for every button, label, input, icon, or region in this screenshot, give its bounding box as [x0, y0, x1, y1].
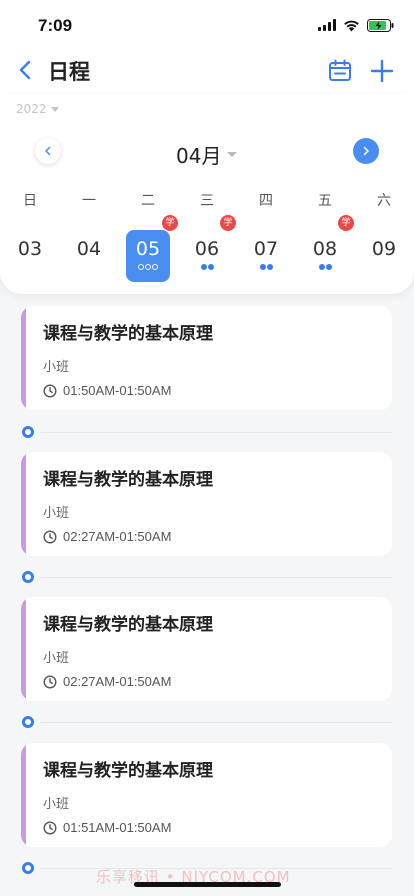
- page-title: 日程: [48, 60, 90, 84]
- weekday-label: 三: [200, 193, 214, 209]
- study-badge: 学: [220, 215, 236, 231]
- event-dots: [125, 264, 171, 270]
- event-color-stripe: [21, 597, 26, 701]
- event-card[interactable]: 课程与教学的基本原理 小班 02:27AM-01:50AM: [21, 452, 392, 556]
- clock-icon: [43, 674, 57, 689]
- battery-charging-icon: [367, 18, 394, 32]
- timeline-marker: [22, 716, 34, 728]
- prev-month-button[interactable]: [35, 138, 61, 164]
- clock-icon: [43, 529, 57, 544]
- timeline-marker: [22, 426, 34, 438]
- weekday-label: 六: [377, 193, 391, 209]
- event-time: 01:50AM-01:50AM: [63, 383, 172, 398]
- event-class: 小班: [43, 506, 70, 521]
- clock-icon: [43, 820, 57, 835]
- date-cell-selected[interactable]: 05: [126, 230, 172, 282]
- event-title: 课程与教学的基本原理: [43, 761, 213, 781]
- caret-down-icon: [227, 152, 238, 157]
- event-title: 课程与教学的基本原理: [43, 615, 213, 635]
- status-time: 7:09: [38, 16, 73, 35]
- study-badge: 学: [338, 215, 354, 231]
- weekday-row: 日 一 二 三 四 五 六: [0, 190, 414, 210]
- calendar-panel: 2022 04月 日 一 二 三 四 五 六 03 04 05 06 07 08…: [0, 94, 414, 294]
- date-number: 09: [371, 238, 397, 260]
- event-time-row: 02:27AM-01:50AM: [43, 529, 171, 544]
- date-cell[interactable]: 04: [66, 230, 112, 282]
- timeline-line: [40, 722, 392, 723]
- chevron-right-icon: [363, 146, 369, 156]
- event-card[interactable]: 课程与教学的基本原理 小班 01:50AM-01:50AM: [21, 306, 392, 410]
- timeline-line: [40, 432, 392, 433]
- year-selector[interactable]: 2022: [16, 102, 59, 116]
- event-time: 01:51AM-01:50AM: [63, 820, 172, 835]
- timeline-line: [40, 577, 392, 578]
- date-cell[interactable]: 09: [361, 230, 407, 282]
- back-chevron-icon[interactable]: [14, 58, 38, 82]
- event-color-stripe: [21, 306, 26, 410]
- event-class: 小班: [43, 360, 70, 375]
- date-number: 06: [194, 238, 220, 260]
- month-selector[interactable]: 04月: [176, 140, 238, 169]
- date-cell[interactable]: 06: [184, 230, 230, 282]
- add-icon[interactable]: [368, 57, 396, 85]
- weekday-label: 五: [318, 193, 332, 209]
- event-time-row: 02:27AM-01:50AM: [43, 674, 171, 689]
- event-color-stripe: [21, 452, 26, 556]
- chevron-left-icon: [45, 146, 51, 156]
- clock-icon: [43, 383, 57, 398]
- caret-down-icon: [50, 106, 59, 112]
- event-dots: [184, 264, 230, 270]
- event-time-row: 01:50AM-01:50AM: [43, 383, 171, 398]
- date-row: 03 04 05 06 07 08 09 学 学 学: [0, 215, 414, 284]
- date-cell[interactable]: 07: [243, 230, 289, 282]
- weekday-label: 一: [82, 193, 96, 209]
- event-time: 02:27AM-01:50AM: [63, 674, 172, 689]
- weekday-label: 四: [259, 193, 273, 209]
- calendar-icon[interactable]: [327, 58, 353, 84]
- date-number: 03: [17, 238, 43, 260]
- event-card[interactable]: 课程与教学的基本原理 小班 01:51AM-01:50AM: [21, 743, 392, 847]
- event-class: 小班: [43, 797, 70, 812]
- event-class: 小班: [43, 651, 70, 666]
- timeline-marker: [22, 862, 34, 874]
- home-indicator[interactable]: [134, 882, 281, 887]
- date-number: 04: [76, 238, 102, 260]
- event-dots: [243, 264, 289, 270]
- wifi-icon: [343, 19, 360, 32]
- next-month-button[interactable]: [353, 138, 379, 164]
- weekday-label: 二: [141, 193, 155, 209]
- date-number: 07: [253, 238, 279, 260]
- status-bar: 7:09: [0, 0, 414, 48]
- study-badge: 学: [162, 215, 178, 231]
- event-time-row: 01:51AM-01:50AM: [43, 820, 171, 835]
- signal-icon: [318, 19, 336, 31]
- date-cell[interactable]: 03: [7, 230, 53, 282]
- month-label: 04月: [176, 144, 222, 168]
- header: 日程: [0, 48, 414, 94]
- status-icons: [318, 16, 394, 34]
- date-number: 08: [312, 238, 338, 260]
- event-card[interactable]: 课程与教学的基本原理 小班 02:27AM-01:50AM: [21, 597, 392, 701]
- event-dots: [302, 264, 348, 270]
- weekday-label: 日: [23, 193, 37, 209]
- event-time: 02:27AM-01:50AM: [63, 529, 172, 544]
- event-title: 课程与教学的基本原理: [43, 470, 213, 490]
- date-cell[interactable]: 08: [302, 230, 348, 282]
- date-number: 05: [135, 238, 161, 260]
- event-title: 课程与教学的基本原理: [43, 324, 213, 344]
- timeline-marker: [22, 571, 34, 583]
- event-color-stripe: [21, 743, 26, 847]
- year-label: 2022: [16, 102, 47, 116]
